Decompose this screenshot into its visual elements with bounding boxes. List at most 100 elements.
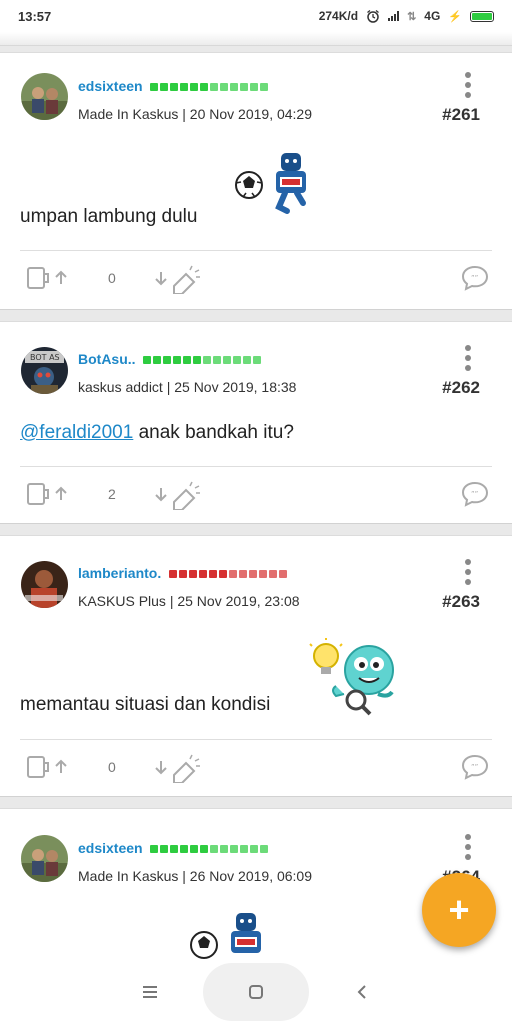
rank-block [243,356,252,365]
signal-icon [388,11,400,21]
avatar[interactable] [21,561,68,608]
post-text: umpan lambung dulu [20,206,198,227]
rank-block [220,845,229,854]
net-speed: 274K/d [318,9,359,23]
rank-block [160,845,169,854]
data-arrows-icon: ⇅ [407,10,417,23]
post-meta: Made In Kaskus | 20 Nov 2019, 04:29 [78,106,313,122]
rank-block [199,570,208,579]
rank-block [250,845,259,854]
downvote-icon[interactable] [154,264,204,294]
more-options-icon[interactable] [465,559,471,585]
avatar[interactable] [21,73,68,120]
divider [20,466,492,467]
rank-block [150,83,159,92]
post-actions: 0 ”” [0,753,512,783]
rank-block [229,570,238,579]
app-top-bar [0,32,512,46]
rank-block [259,570,268,579]
system-nav-bar [0,960,512,1024]
post-number[interactable]: #263 [442,592,480,612]
downvote-icon[interactable] [154,753,204,783]
avatar[interactable] [21,835,68,882]
idea-mascot-sticker [309,638,394,716]
post-card: edsixteen Made In Kaskus | 20 Nov 2019, … [0,52,512,310]
plus-icon: + [448,889,470,930]
post-text: memantau situasi dan kondisi [20,694,271,715]
rank-bar [143,356,262,365]
rank-block [249,570,258,579]
rank-block [200,83,209,92]
comment-icon[interactable]: ”” [460,264,490,292]
new-post-button[interactable]: + [422,873,496,947]
rank-block [260,845,269,854]
post-number[interactable]: #262 [442,378,480,398]
rank-block [239,570,248,579]
post-card: BOT AS BotAsu.. kaskus addict | 25 Nov 2… [0,321,512,524]
home-icon [249,985,263,999]
rank-block [210,83,219,92]
rank-block [179,570,188,579]
rank-block [203,356,212,365]
vote-count: 2 [108,486,116,502]
upvote-icon[interactable] [26,480,72,508]
rank-block [279,570,288,579]
post-number[interactable]: #261 [442,105,480,125]
comment-icon[interactable]: ”” [460,480,490,508]
downvote-icon[interactable] [154,480,204,510]
svg-text:””: ”” [471,274,478,282]
soccer-mascot-sticker [235,153,306,214]
username[interactable]: lamberianto. [78,565,288,581]
status-bar: 13:57 274K/d ⇅ 4G ⚡ [0,0,512,32]
post-text-body: anak bandkah itu? [138,422,294,443]
rank-block [260,83,269,92]
comment-icon[interactable]: ”” [460,753,490,781]
post-card: lamberianto. KASKUS Plus | 25 Nov 2019, … [0,535,512,797]
rank-block [143,356,152,365]
rank-block [170,83,179,92]
post-meta: Made In Kaskus | 26 Nov 2019, 06:09 [78,868,313,884]
back-button[interactable] [340,960,384,1024]
rank-block [193,356,202,365]
rank-block [163,356,172,365]
network-type: 4G [424,9,441,23]
menu-button[interactable] [128,960,172,1024]
avatar[interactable]: BOT AS [21,347,68,394]
rank-block [233,356,242,365]
more-options-icon[interactable] [465,72,471,98]
rank-bar [150,83,269,92]
rank-block [169,570,178,579]
divider [20,739,492,740]
username[interactable]: edsixteen [78,840,269,856]
rank-block [209,570,218,579]
post-actions: 0 ”” [0,264,512,294]
username[interactable]: BotAsu.. [78,351,262,367]
rank-block [219,570,228,579]
svg-text:””: ”” [471,490,478,498]
home-button[interactable] [203,963,309,1021]
divider [20,250,492,251]
rank-block [253,356,262,365]
rank-block [189,570,198,579]
rank-block [210,845,219,854]
rank-bar [169,570,288,579]
rank-block [153,356,162,365]
rank-block [250,83,259,92]
more-options-icon[interactable] [465,345,471,371]
rank-block [240,83,249,92]
rank-block [170,845,179,854]
more-options-icon[interactable] [465,834,471,860]
menu-icon [143,986,157,998]
rank-block [190,83,199,92]
user-mention-link[interactable]: @feraldi2001 [20,422,133,443]
upvote-icon[interactable] [26,264,72,292]
post-text: @feraldi2001 anak bandkah itu? [20,422,294,444]
vote-count: 0 [108,759,116,775]
username[interactable]: edsixteen [78,78,269,94]
rank-block [180,845,189,854]
rank-block [269,570,278,579]
rank-block [213,356,222,365]
rank-block [150,845,159,854]
upvote-icon[interactable] [26,753,72,781]
rank-block [230,83,239,92]
